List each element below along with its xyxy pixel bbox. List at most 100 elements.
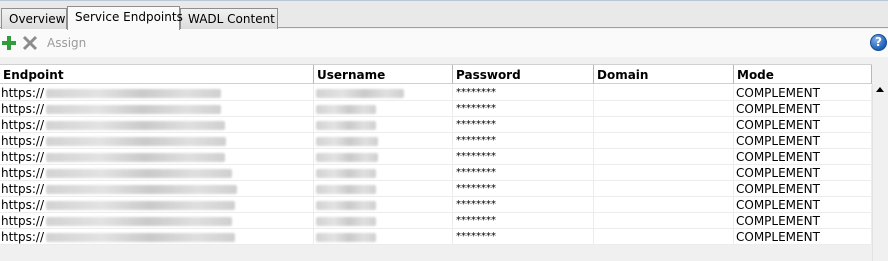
tab-service-endpoints[interactable]: Service Endpoints bbox=[67, 6, 183, 30]
mode-text: COMPLEMENT bbox=[736, 150, 820, 164]
cell-password: ******** bbox=[453, 149, 594, 165]
cell-endpoint: https:// bbox=[0, 229, 314, 245]
mode-text: COMPLEMENT bbox=[736, 134, 820, 148]
endpoint-text: https:// bbox=[1, 198, 45, 212]
password-text: ******** bbox=[456, 167, 496, 178]
cell-username bbox=[314, 101, 453, 117]
mode-text: COMPLEMENT bbox=[736, 102, 820, 116]
column-header-password[interactable]: Password bbox=[453, 65, 594, 84]
cell-endpoint: https:// bbox=[0, 165, 314, 181]
endpoint-text: https:// bbox=[1, 102, 45, 116]
redacted-endpoint bbox=[46, 217, 233, 226]
table-empty-area bbox=[0, 245, 872, 261]
redacted-username bbox=[316, 233, 376, 242]
column-header-endpoint[interactable]: Endpoint bbox=[0, 65, 314, 84]
password-text: ******** bbox=[456, 151, 496, 162]
table-row[interactable]: https:// ******** COMPLEMENT bbox=[0, 117, 872, 133]
mode-text: COMPLEMENT bbox=[736, 198, 820, 212]
redacted-username bbox=[316, 89, 404, 98]
column-header-domain[interactable]: Domain bbox=[594, 65, 734, 84]
cell-domain bbox=[594, 165, 734, 181]
table-row[interactable]: https:// ******** COMPLEMENT bbox=[0, 85, 872, 101]
mode-text: COMPLEMENT bbox=[736, 166, 820, 180]
mode-text: COMPLEMENT bbox=[736, 182, 820, 196]
endpoint-text: https:// bbox=[1, 230, 45, 244]
password-text: ******** bbox=[456, 231, 496, 242]
table-row[interactable]: https:// ******** COMPLEMENT bbox=[0, 133, 872, 149]
cell-password: ******** bbox=[453, 213, 594, 229]
cell-mode: COMPLEMENT bbox=[734, 101, 872, 117]
cell-username bbox=[314, 165, 453, 181]
cell-username bbox=[314, 117, 453, 133]
mode-text: COMPLEMENT bbox=[736, 86, 820, 100]
redacted-endpoint bbox=[46, 233, 236, 242]
cell-mode: COMPLEMENT bbox=[734, 213, 872, 229]
cell-domain bbox=[594, 101, 734, 117]
tab-strip: Overview Service Endpoints WADL Content bbox=[0, 0, 888, 30]
mode-text: COMPLEMENT bbox=[736, 214, 820, 228]
column-header-username[interactable]: Username bbox=[314, 65, 453, 84]
cell-mode: COMPLEMENT bbox=[734, 117, 872, 133]
mode-text: COMPLEMENT bbox=[736, 118, 820, 132]
cell-username bbox=[314, 149, 453, 165]
table-row[interactable]: https:// ******** COMPLEMENT bbox=[0, 101, 872, 117]
cell-password: ******** bbox=[453, 197, 594, 213]
table-row[interactable]: https:// ******** COMPLEMENT bbox=[0, 181, 872, 197]
cell-endpoint: https:// bbox=[0, 101, 314, 117]
endpoint-text: https:// bbox=[1, 214, 45, 228]
redacted-username bbox=[316, 217, 376, 226]
endpoint-text: https:// bbox=[1, 150, 45, 164]
add-button[interactable] bbox=[1, 34, 19, 52]
table-row[interactable]: https:// ******** COMPLEMENT bbox=[0, 149, 872, 165]
help-icon[interactable]: ? bbox=[870, 34, 887, 51]
tab-overview[interactable]: Overview bbox=[1, 8, 67, 29]
cell-mode: COMPLEMENT bbox=[734, 165, 872, 181]
redacted-username bbox=[316, 201, 376, 210]
cell-domain bbox=[594, 181, 734, 197]
cell-domain bbox=[594, 197, 734, 213]
redacted-endpoint bbox=[46, 185, 238, 194]
password-text: ******** bbox=[456, 135, 496, 146]
scroll-up-arrow-icon[interactable] bbox=[876, 87, 884, 92]
cell-mode: COMPLEMENT bbox=[734, 181, 872, 197]
redacted-endpoint bbox=[46, 105, 222, 114]
delete-button[interactable] bbox=[22, 34, 40, 52]
table-row[interactable]: https:// ******** COMPLEMENT bbox=[0, 165, 872, 181]
cell-password: ******** bbox=[453, 133, 594, 149]
cell-password: ******** bbox=[453, 181, 594, 197]
mode-text: COMPLEMENT bbox=[736, 230, 820, 244]
endpoint-text: https:// bbox=[1, 134, 45, 148]
cell-domain bbox=[594, 149, 734, 165]
endpoint-text: https:// bbox=[1, 182, 45, 196]
password-text: ******** bbox=[456, 199, 496, 210]
cell-username bbox=[314, 85, 453, 101]
cell-password: ******** bbox=[453, 117, 594, 133]
password-text: ******** bbox=[456, 215, 496, 226]
password-text: ******** bbox=[456, 119, 496, 130]
tab-wadl-content[interactable]: WADL Content bbox=[180, 8, 278, 29]
cell-password: ******** bbox=[453, 165, 594, 181]
table-row[interactable]: https:// ******** COMPLEMENT bbox=[0, 197, 872, 213]
cell-password: ******** bbox=[453, 101, 594, 117]
endpoint-text: https:// bbox=[1, 86, 45, 100]
cell-username bbox=[314, 133, 453, 149]
cell-domain bbox=[594, 133, 734, 149]
redacted-endpoint bbox=[46, 153, 226, 162]
plus-icon bbox=[2, 36, 16, 50]
assign-button[interactable]: Assign bbox=[47, 34, 86, 52]
redacted-username bbox=[316, 169, 376, 178]
table-row[interactable]: https:// ******** COMPLEMENT bbox=[0, 229, 872, 245]
cell-endpoint: https:// bbox=[0, 181, 314, 197]
cell-endpoint: https:// bbox=[0, 133, 314, 149]
cell-password: ******** bbox=[453, 85, 594, 101]
cell-password: ******** bbox=[453, 229, 594, 245]
redacted-endpoint bbox=[46, 201, 236, 210]
column-header-mode[interactable]: Mode bbox=[734, 65, 872, 84]
redacted-endpoint bbox=[46, 137, 227, 146]
vertical-scrollbar[interactable] bbox=[872, 84, 888, 261]
redacted-endpoint bbox=[46, 169, 233, 178]
endpoint-text: https:// bbox=[1, 166, 45, 180]
table-row[interactable]: https:// ******** COMPLEMENT bbox=[0, 213, 872, 229]
endpoints-table: Endpoint Username Password Domain Mode h… bbox=[0, 64, 872, 245]
password-text: ******** bbox=[456, 183, 496, 194]
